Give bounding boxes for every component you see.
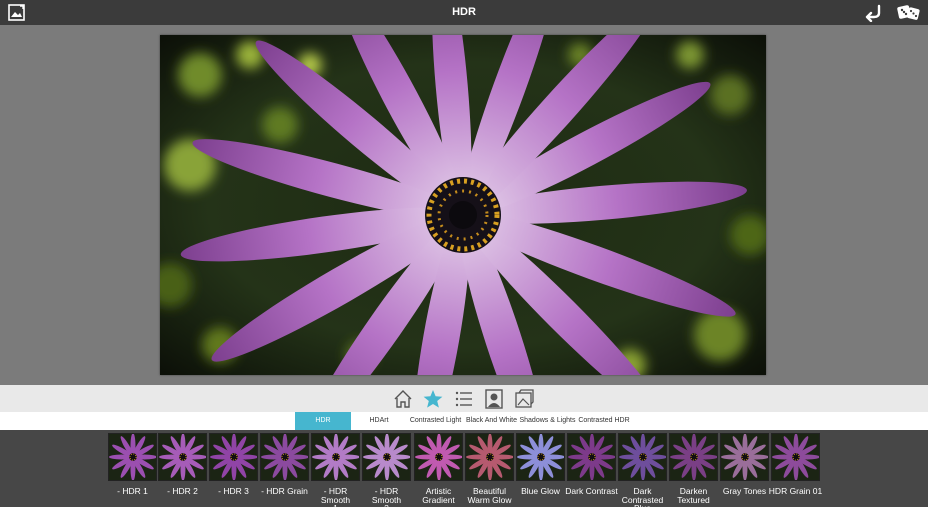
filter-thumbnail[interactable]: - HDR Smooth 1: [311, 433, 360, 507]
top-bar: HDR: [0, 0, 928, 25]
filter-preview-image: [209, 433, 258, 481]
tab-hdr[interactable]: HDR: [295, 412, 351, 430]
tab-hdart[interactable]: HDArt: [360, 412, 398, 430]
filter-thumbnail[interactable]: Gray Tones: [720, 433, 769, 495]
filter-preview-image: [669, 433, 718, 481]
filter-thumbnail[interactable]: Beautiful Warm Glow: [465, 433, 514, 504]
undo-arrow-icon[interactable]: [864, 3, 883, 22]
filter-preview-image: [108, 433, 157, 481]
filter-preview-image: [311, 433, 360, 481]
filter-thumbnail[interactable]: Dark Contrast: [565, 433, 618, 495]
filter-thumbnail[interactable]: - HDR Smooth 2: [362, 433, 411, 507]
tab-contrasted-light[interactable]: Contrasted Light: [408, 412, 463, 430]
tab-contrasted-hdr[interactable]: Contrasted HDR: [578, 412, 630, 430]
filter-preview-image: [720, 433, 769, 481]
star-icon[interactable]: [422, 388, 444, 410]
filter-preview-image: [618, 433, 667, 481]
filter-thumbnail[interactable]: - HDR 1: [108, 433, 157, 495]
filter-preview-image: [771, 433, 820, 481]
frame-icon[interactable]: [513, 388, 535, 410]
filter-preview-image: [362, 433, 411, 481]
filter-thumbnail[interactable]: Blue Glow: [516, 433, 565, 495]
filter-thumbnail[interactable]: HDR Grain 01: [769, 433, 822, 495]
filter-thumbnail[interactable]: Dark Contrasted Blue: [618, 433, 667, 507]
tab-black-and-white[interactable]: Black And White: [465, 412, 518, 430]
filter-thumbnail[interactable]: - HDR 3: [209, 433, 258, 495]
page-title: HDR: [452, 6, 476, 18]
tab-shadows-and-lights[interactable]: Shadows & Lights: [518, 412, 577, 430]
filter-thumbnail[interactable]: - HDR Grain: [260, 433, 309, 495]
filter-category-tabs: HDR HDArt Contrasted Light Black And Whi…: [0, 412, 928, 430]
daisy-photo: [160, 35, 766, 375]
filter-preview-image: [465, 433, 514, 481]
photo-preview[interactable]: [160, 35, 766, 375]
filter-thumbnail[interactable]: Artistic Gradient: [414, 433, 463, 504]
filter-preview-image: [158, 433, 207, 481]
portrait-icon[interactable]: [483, 388, 505, 410]
list-icon[interactable]: [453, 388, 475, 410]
filter-preview-image: [567, 433, 616, 481]
filter-strip: - HDR 1- HDR 2- HDR 3- HDR Grain - HDR Sm…: [0, 430, 928, 507]
filter-thumbnail[interactable]: Darken Textured: [669, 433, 718, 504]
home-icon[interactable]: [392, 388, 414, 410]
category-toolbar: [0, 385, 928, 412]
filter-label: HDR Grain 01: [768, 486, 823, 496]
filter-thumbnail[interactable]: - HDR 2: [158, 433, 207, 495]
filter-preview-image: [414, 433, 463, 481]
filter-preview-image: [260, 433, 309, 481]
image-canvas: [0, 25, 928, 385]
dice-icon[interactable]: [897, 3, 921, 22]
filter-preview-image: [516, 433, 565, 481]
